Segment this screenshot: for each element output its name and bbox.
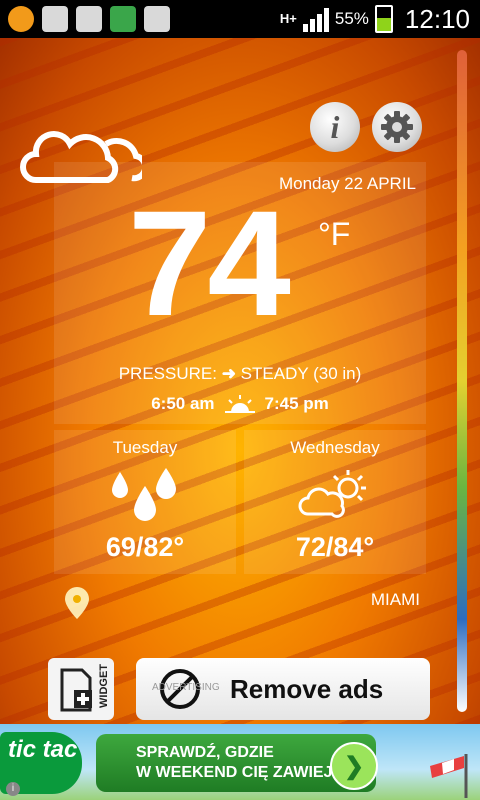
gallery-icon [76,6,102,32]
arrow-right-icon: ➜ [221,364,236,383]
forecast-temps-2: 72/84° [295,532,375,562]
sunrise-time: 6:50 am [151,394,215,413]
city-label[interactable]: MIAMI [371,590,420,610]
location-pin-icon[interactable] [64,586,90,620]
ad-info-icon[interactable]: i [6,782,20,796]
remove-ads-label: Remove ads [230,673,384,704]
play-store-icon [144,6,170,32]
pressure-label: PRESSURE: [118,364,217,383]
status-bar: H+ 55% 12:10 [0,0,480,38]
gear-icon [381,111,413,143]
forecast-day-1: Tuesday [112,438,178,457]
forecast-day-2: Wednesday [290,438,380,457]
date-label: Monday 22 APRIL [278,174,416,193]
sunset-icon [224,395,255,413]
forecast-temps-1: 69/82° [105,532,185,562]
network-type: H+ [279,11,297,26]
advertising-faint-label: ADVERTISING [152,682,220,693]
battery-percent: 55% [334,9,369,28]
app-notification-icon [8,6,34,32]
add-widget-icon [60,668,92,712]
ad-arrow-icon[interactable]: ❯ [330,742,378,790]
add-widget-button[interactable]: WIDGET [48,658,114,720]
remove-ads-button[interactable]: ADVERTISING Remove ads [136,658,430,720]
partly-sunny-icon [298,470,366,518]
pressure-row: PRESSURE: ➜ STEADY (30 in) [0,364,480,384]
rain-icon [112,468,176,521]
current-temperature: 74 [128,179,291,347]
temperature-color-scale [457,50,467,712]
info-button[interactable]: i [310,102,360,152]
sunset-time: 7:45 pm [264,394,329,413]
windsock-icon [430,754,468,798]
temperature-unit: °F [318,216,351,252]
clock: 12:10 [404,3,470,34]
signal-icon [302,6,329,32]
battery-icon [374,5,393,33]
weather-screen: i Monday 22 APRIL 74 °F PRESSURE: ➜ STEA… [0,38,480,724]
pressure-value: STEADY (30 in) [240,364,362,383]
phone-icon [110,6,136,32]
ad-banner[interactable]: tic tac SPRAWDŹ, GDZIE W WEEKEND CIĘ ZAW… [0,724,480,800]
alarm-icon [42,6,68,32]
widget-label: WIDGET [98,664,110,708]
settings-button[interactable] [372,102,422,152]
sun-times-row: 6:50 am 7:45 pm [0,394,480,414]
